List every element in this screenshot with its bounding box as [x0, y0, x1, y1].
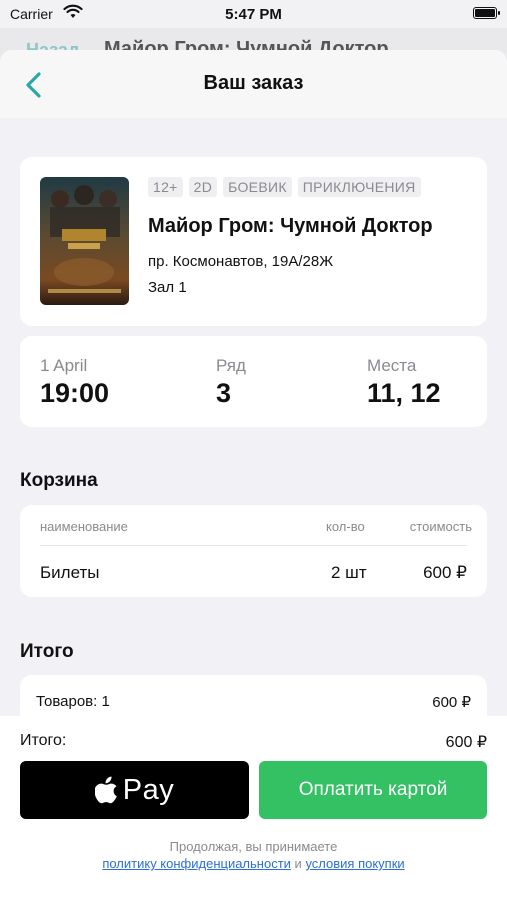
apple-logo-icon — [94, 776, 117, 804]
cinema-address: пр. Космонавтов, 19А/28Ж — [148, 253, 334, 270]
genre-tag: ПРИКЛЮЧЕНИЯ — [297, 177, 421, 197]
nav-bar: Ваш заказ — [0, 50, 507, 118]
legal-notice: Продолжая, вы принимаете политику конфид… — [0, 838, 507, 872]
battery-icon — [473, 7, 500, 19]
row-label: Ряд — [216, 356, 246, 375]
summary-title: Итого — [20, 641, 74, 662]
page-title: Ваш заказ — [203, 72, 304, 94]
seats-label: Места — [367, 356, 417, 375]
hall-label: Зал 1 — [148, 279, 187, 296]
legal-and: и — [294, 856, 302, 871]
movie-tags: 12+ 2D БОЕВИК ПРИКЛЮЧЕНИЯ — [148, 177, 421, 197]
session-date: 1 April — [40, 356, 88, 375]
session-time: 19:00 — [40, 378, 110, 408]
movie-card: 12+ 2D БОЕВИК ПРИКЛЮЧЕНИЯ Майор Гром: Чу… — [20, 157, 487, 326]
pay-by-card-button[interactable]: Оплатить картой — [259, 761, 487, 819]
col-header-qty: кол-во — [326, 519, 365, 534]
seats-value: 11, 12 — [367, 378, 441, 408]
payment-panel: Итого: 600 ₽ Pay Оплатить картой Продолж… — [0, 716, 507, 900]
col-header-cost: стоимость — [409, 519, 472, 534]
legal-prefix: Продолжая, вы принимаете — [169, 839, 338, 854]
purchase-terms-link[interactable]: условия покупки — [305, 856, 404, 871]
format-tag: 2D — [188, 177, 218, 197]
cart-row-cost: 600 ₽ — [423, 563, 467, 582]
apple-pay-button[interactable]: Pay — [20, 761, 249, 819]
items-sum: 600 ₽ — [432, 694, 471, 711]
row-value: 3 — [216, 378, 232, 408]
cart-title: Корзина — [20, 470, 98, 491]
total-label: Итого: — [20, 732, 67, 749]
cart-row-name: Билеты — [40, 563, 100, 582]
session-row: Ряд 3 — [216, 356, 246, 409]
total-value: 600 ₽ — [445, 734, 487, 751]
privacy-policy-link[interactable]: политику конфиденциальности — [102, 856, 291, 871]
status-bar: Carrier 5:47 PM — [0, 0, 507, 28]
genre-tag: БОЕВИК — [223, 177, 292, 197]
session-card: 1 April 19:00 Ряд 3 Места 11, 12 — [20, 336, 487, 427]
cart-table: наименование кол-во стоимость Билеты 2 ш… — [20, 505, 487, 597]
status-time: 5:47 PM — [225, 6, 282, 23]
divider — [40, 545, 467, 546]
session-datetime: 1 April 19:00 — [40, 356, 109, 409]
apple-pay-label: Pay — [122, 773, 175, 806]
order-sheet: Ваш заказ 12+ 2D БОЕВИК ПРИКЛЮЧЕНИЯ Майо… — [0, 50, 507, 900]
movie-poster — [40, 177, 129, 305]
cart-row-qty: 2 шт — [331, 563, 367, 582]
movie-title: Майор Гром: Чумной Доктор — [148, 215, 433, 237]
items-count: Товаров: 1 — [36, 693, 110, 710]
col-header-name: наименование — [40, 519, 128, 534]
session-seats: Места 11, 12 — [367, 356, 441, 409]
age-rating-tag: 12+ — [148, 177, 183, 197]
